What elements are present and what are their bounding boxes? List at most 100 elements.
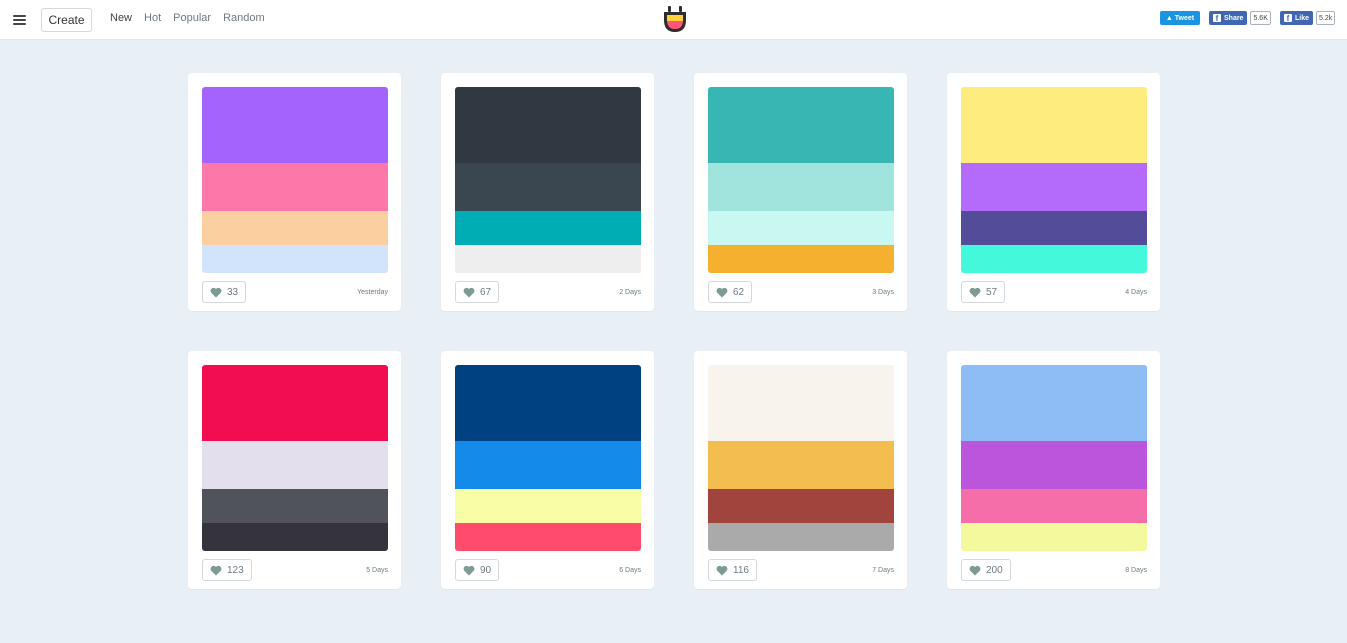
palette-date: 2 Days bbox=[619, 289, 641, 296]
create-button[interactable]: Create bbox=[41, 8, 92, 32]
color-swatch[interactable] bbox=[455, 245, 641, 273]
color-swatch[interactable] bbox=[708, 87, 894, 163]
color-swatch[interactable] bbox=[961, 523, 1147, 551]
palette-date: 7 Days bbox=[872, 567, 894, 574]
palette-date: 3 Days bbox=[872, 289, 894, 296]
color-swatch[interactable] bbox=[455, 211, 641, 245]
hamburger-menu-icon[interactable] bbox=[13, 14, 26, 26]
like-count: 200 bbox=[986, 564, 1003, 576]
color-swatch[interactable] bbox=[455, 163, 641, 211]
like-button[interactable]: 200 bbox=[961, 559, 1011, 581]
color-swatch[interactable] bbox=[961, 163, 1147, 211]
color-swatch[interactable] bbox=[202, 489, 388, 523]
palette-card: 57 4 Days bbox=[947, 73, 1160, 311]
top-bar: Create New Hot Popular Random ▲ Tweet f … bbox=[0, 0, 1347, 40]
color-swatch[interactable] bbox=[708, 365, 894, 441]
nav-new[interactable]: New bbox=[110, 12, 132, 24]
palette-card: 67 2 Days bbox=[441, 73, 654, 311]
like-button[interactable]: 62 bbox=[708, 281, 753, 303]
color-swatch[interactable] bbox=[708, 489, 894, 523]
heart-icon bbox=[463, 287, 475, 297]
color-palette[interactable] bbox=[202, 87, 388, 273]
color-swatch[interactable] bbox=[961, 441, 1147, 489]
palette-date: 6 Days bbox=[619, 567, 641, 574]
like-count: 90 bbox=[480, 564, 492, 576]
color-palette[interactable] bbox=[202, 365, 388, 551]
color-palette[interactable] bbox=[455, 87, 641, 273]
color-swatch[interactable] bbox=[708, 441, 894, 489]
color-swatch[interactable] bbox=[708, 211, 894, 245]
facebook-like-group: f Like 5.2k bbox=[1280, 11, 1336, 25]
color-swatch[interactable] bbox=[455, 87, 641, 163]
color-palette[interactable] bbox=[961, 87, 1147, 273]
palette-card: 116 7 Days bbox=[694, 351, 907, 589]
color-swatch[interactable] bbox=[708, 245, 894, 273]
palette-date: 8 Days bbox=[1125, 567, 1147, 574]
color-palette[interactable] bbox=[455, 365, 641, 551]
palette-card: 123 5 Days bbox=[188, 351, 401, 589]
heart-icon bbox=[210, 287, 222, 297]
facebook-like-button[interactable]: f Like bbox=[1280, 11, 1314, 25]
palette-card: 200 8 Days bbox=[947, 351, 1160, 589]
share-count: 5.6K bbox=[1250, 11, 1271, 25]
like-button[interactable]: 116 bbox=[708, 559, 757, 581]
color-swatch[interactable] bbox=[708, 523, 894, 551]
palette-card: 90 6 Days bbox=[441, 351, 654, 589]
color-palette[interactable] bbox=[708, 87, 894, 273]
heart-icon bbox=[716, 565, 728, 575]
facebook-share-button[interactable]: f Share bbox=[1209, 11, 1248, 25]
colorhunt-logo-icon[interactable] bbox=[662, 6, 688, 34]
color-swatch[interactable] bbox=[708, 163, 894, 211]
like-count: 5.2k bbox=[1316, 11, 1336, 25]
like-count: 67 bbox=[480, 286, 492, 298]
color-swatch[interactable] bbox=[961, 365, 1147, 441]
like-count: 57 bbox=[986, 286, 998, 298]
color-swatch[interactable] bbox=[202, 365, 388, 441]
nav-random[interactable]: Random bbox=[223, 12, 265, 24]
heart-icon bbox=[969, 565, 981, 575]
color-swatch[interactable] bbox=[961, 489, 1147, 523]
color-swatch[interactable] bbox=[202, 441, 388, 489]
color-swatch[interactable] bbox=[202, 87, 388, 163]
palette-date: 4 Days bbox=[1125, 289, 1147, 296]
like-count: 33 bbox=[227, 286, 239, 298]
tweet-label: Tweet bbox=[1174, 14, 1195, 22]
color-swatch[interactable] bbox=[202, 211, 388, 245]
facebook-share-group: f Share 5.6K bbox=[1209, 11, 1271, 25]
heart-icon bbox=[716, 287, 728, 297]
palette-date: 5 Days bbox=[366, 567, 388, 574]
heart-icon bbox=[463, 565, 475, 575]
like-label: Like bbox=[1295, 14, 1310, 22]
color-swatch[interactable] bbox=[455, 489, 641, 523]
nav-hot[interactable]: Hot bbox=[144, 12, 161, 24]
heart-icon bbox=[210, 565, 222, 575]
nav-popular[interactable]: Popular bbox=[173, 12, 211, 24]
facebook-icon: f bbox=[1284, 14, 1292, 23]
main-nav: New Hot Popular Random bbox=[110, 12, 277, 24]
color-swatch[interactable] bbox=[202, 245, 388, 273]
like-button[interactable]: 67 bbox=[455, 281, 500, 303]
color-swatch[interactable] bbox=[202, 163, 388, 211]
palette-date: Yesterday bbox=[357, 289, 388, 296]
tweet-button[interactable]: ▲ Tweet bbox=[1160, 11, 1200, 25]
color-swatch[interactable] bbox=[961, 87, 1147, 163]
color-palette[interactable] bbox=[708, 365, 894, 551]
share-label: Share bbox=[1224, 14, 1244, 22]
color-swatch[interactable] bbox=[455, 365, 641, 441]
like-button[interactable]: 123 bbox=[202, 559, 252, 581]
like-count: 123 bbox=[227, 564, 244, 576]
like-button[interactable]: 57 bbox=[961, 281, 1006, 303]
palette-card: 62 3 Days bbox=[694, 73, 907, 311]
color-swatch[interactable] bbox=[455, 523, 641, 551]
color-palette[interactable] bbox=[961, 365, 1147, 551]
color-swatch[interactable] bbox=[202, 523, 388, 551]
color-swatch[interactable] bbox=[455, 441, 641, 489]
like-count: 116 bbox=[733, 564, 749, 576]
color-swatch[interactable] bbox=[961, 211, 1147, 245]
like-button[interactable]: 90 bbox=[455, 559, 500, 581]
color-swatch[interactable] bbox=[961, 245, 1147, 273]
heart-icon bbox=[969, 287, 981, 297]
like-button[interactable]: 33 bbox=[202, 281, 247, 303]
facebook-icon: f bbox=[1213, 14, 1221, 23]
like-count: 62 bbox=[733, 286, 745, 298]
